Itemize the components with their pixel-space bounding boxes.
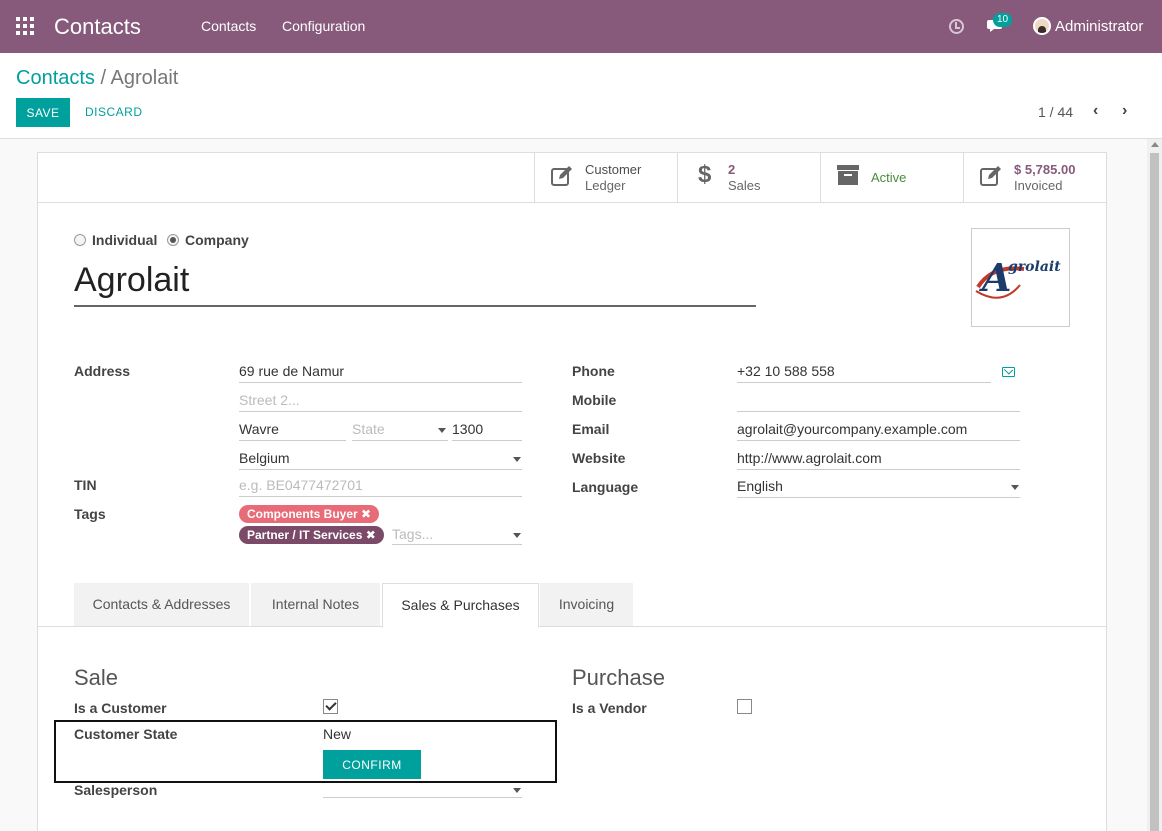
state-field[interactable]: State <box>352 418 448 441</box>
button-box-divider <box>38 202 1106 203</box>
salesperson-dropdown-icon[interactable] <box>513 788 521 793</box>
website-field[interactable]: http://www.agrolait.com <box>737 447 1020 470</box>
sales-label: Sales <box>728 178 761 193</box>
tag-remove-icon[interactable]: ✖ <box>366 528 376 542</box>
invoiced-button[interactable]: $ 5,785.00 Invoiced <box>963 153 1106 202</box>
company-logo[interactable]: A grolait <box>971 228 1070 327</box>
menu-contacts[interactable]: Contacts <box>201 18 256 34</box>
customer-ledger-line1: Customer <box>585 162 642 177</box>
salesperson-label: Salesperson <box>74 782 158 798</box>
tags-input[interactable]: Tags... <box>392 523 522 545</box>
email-label: Email <box>572 421 610 437</box>
language-field[interactable]: English <box>737 475 1020 498</box>
active-label: Active <box>871 170 907 185</box>
language-label: Language <box>572 479 639 495</box>
address-label: Address <box>74 363 131 379</box>
customer-ledger-line2: Ledger <box>585 178 626 193</box>
zip-field[interactable]: 1300 <box>452 418 522 441</box>
sale-section-title: Sale <box>74 665 119 690</box>
user-avatar[interactable] <box>1033 17 1051 35</box>
tags-label: Tags <box>74 506 106 522</box>
menu-configuration[interactable]: Configuration <box>282 18 365 34</box>
save-button[interactable]: SAVE <box>16 98 70 127</box>
is-vendor-checkbox[interactable] <box>737 699 752 714</box>
control-panel: Contacts / Agrolait SAVE DISCARD 1 / 44 … <box>0 53 1162 139</box>
tag-components-buyer[interactable]: Components Buyer ✖ <box>239 505 380 523</box>
discard-button[interactable]: DISCARD <box>85 105 143 119</box>
tab-invoicing[interactable]: Invoicing <box>540 583 634 626</box>
logo-text: grolait <box>1008 259 1061 275</box>
language-dropdown-icon[interactable] <box>1011 485 1019 490</box>
purchase-section-title: Purchase <box>572 665 665 690</box>
is-customer-checkbox[interactable] <box>323 699 338 714</box>
breadcrumb: Contacts / Agrolait <box>16 67 178 90</box>
activity-clock-icon[interactable] <box>949 19 964 34</box>
notebook-tabs: Contacts & Addresses Internal Notes Sale… <box>38 583 1106 628</box>
sales-count: 2 <box>728 162 736 177</box>
state-dropdown-icon[interactable] <box>438 428 446 433</box>
sms-envelope-icon[interactable] <box>1002 367 1015 377</box>
dollar-icon: $ <box>698 161 712 188</box>
tag-partner-it-services[interactable]: Partner / IT Services ✖ <box>239 526 384 544</box>
country-field[interactable]: Belgium <box>239 447 522 470</box>
phone-field[interactable]: +32 10 588 558 <box>737 360 991 383</box>
archive-icon <box>837 165 859 188</box>
pager-next-button[interactable]: › <box>1122 102 1127 120</box>
tab-sales-purchases[interactable]: Sales & Purchases <box>382 583 539 628</box>
phone-label: Phone <box>572 363 615 379</box>
edit-icon <box>551 165 575 190</box>
scrollbar-thumb[interactable] <box>1150 153 1159 831</box>
top-navbar: Contacts Contacts Configuration 10 Admin… <box>0 0 1162 53</box>
scroll-up-arrow[interactable] <box>1151 142 1159 147</box>
tag-label: Partner / IT Services <box>247 528 363 542</box>
radio-individual[interactable]: Individual <box>74 232 157 248</box>
street-field[interactable]: 69 rue de Namur <box>239 360 522 383</box>
pager-previous-button[interactable]: ‹ <box>1093 102 1098 120</box>
tin-field[interactable]: e.g. BE0477472701 <box>239 474 522 497</box>
website-label: Website <box>572 450 626 466</box>
breadcrumb-current: Agrolait <box>110 67 179 89</box>
breadcrumb-contacts[interactable]: Contacts <box>16 67 95 89</box>
radio-individual-dot[interactable] <box>74 234 86 246</box>
is-vendor-label: Is a Vendor <box>572 700 647 716</box>
radio-company-dot[interactable] <box>167 234 179 246</box>
radio-company[interactable]: Company <box>167 232 249 248</box>
customer-ledger-button[interactable]: Customer Ledger <box>534 153 677 202</box>
chat-count-badge: 10 <box>993 13 1013 27</box>
city-field[interactable]: Wavre <box>239 418 346 441</box>
email-field[interactable]: agrolait@yourcompany.example.com <box>737 418 1020 441</box>
active-toggle-button[interactable]: Active <box>820 153 963 202</box>
partner-name-field[interactable]: Agrolait <box>74 261 756 307</box>
tags-dropdown-icon[interactable] <box>513 533 521 538</box>
country-dropdown-icon[interactable] <box>513 457 521 462</box>
tag-remove-icon[interactable]: ✖ <box>361 507 371 521</box>
tab-contacts-addresses[interactable]: Contacts & Addresses <box>74 583 250 626</box>
street2-field[interactable]: Street 2... <box>239 389 522 412</box>
invoiced-label: Invoiced <box>1014 178 1063 193</box>
tin-label: TIN <box>74 477 97 493</box>
is-customer-label: Is a Customer <box>74 700 167 716</box>
scrollbar[interactable] <box>1147 139 1162 831</box>
user-menu[interactable]: Administrator <box>1055 18 1143 35</box>
stat-button-box: Customer Ledger $ 2 Sales Active $ 5,785… <box>534 153 1106 202</box>
pager-value[interactable]: 1 / 44 <box>1038 104 1073 120</box>
tag-label: Components Buyer <box>247 507 358 521</box>
tab-internal-notes[interactable]: Internal Notes <box>251 583 381 626</box>
radio-individual-label: Individual <box>92 232 158 248</box>
highlight-box <box>54 720 557 783</box>
edit-icon <box>980 165 1004 190</box>
apps-menu-icon[interactable] <box>16 17 34 35</box>
invoiced-amount: $ 5,785.00 <box>1014 162 1076 177</box>
mobile-field[interactable] <box>737 389 1020 412</box>
app-title: Contacts <box>54 14 141 39</box>
breadcrumb-separator: / <box>100 67 107 89</box>
sales-button[interactable]: $ 2 Sales <box>677 153 820 202</box>
logo-letter: A <box>979 255 1011 300</box>
radio-company-label: Company <box>185 232 249 248</box>
mobile-label: Mobile <box>572 392 617 408</box>
